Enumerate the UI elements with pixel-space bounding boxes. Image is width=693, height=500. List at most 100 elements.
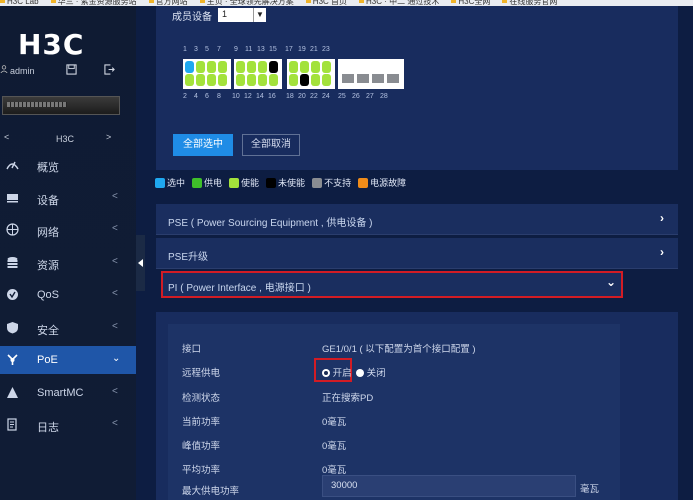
sidebar-item-label: 设备 — [37, 194, 59, 207]
port-legend: 选中 供电 使能 未使能 不支持 电源故障 — [155, 176, 413, 190]
radio-checked-icon — [322, 369, 330, 377]
sidebar-item-globe[interactable]: 网络 < — [0, 216, 136, 244]
prev-device-button[interactable]: < — [4, 132, 9, 142]
poe-port[interactable] — [185, 61, 194, 73]
max-power-unit: 毫瓦 — [580, 484, 600, 495]
port-number-bottom: 16 — [268, 93, 276, 100]
sidebar-item-qos[interactable]: QoS < — [0, 281, 136, 309]
legend-label: 未使能 — [278, 178, 306, 188]
accordion-pse-upgrade[interactable]: PSE升级 › — [156, 238, 678, 269]
legend-swatch — [266, 178, 277, 188]
bookmark-item[interactable]: H3C Lab — [0, 0, 45, 6]
port-number-top: 11 — [245, 46, 253, 53]
poe-port[interactable] — [236, 61, 245, 73]
poe-port[interactable] — [218, 74, 227, 86]
username: admin — [10, 66, 35, 76]
poe-port[interactable] — [247, 61, 256, 73]
poe-port[interactable] — [300, 61, 309, 73]
sidebar-item-database[interactable]: 资源 < — [0, 249, 136, 277]
peak-power-value: 0毫瓦 — [322, 441, 347, 452]
poe-port[interactable] — [322, 74, 331, 86]
poe-port[interactable] — [236, 74, 245, 86]
poe-port[interactable] — [269, 61, 278, 73]
chevron-icon: < — [112, 385, 118, 397]
accordion-pse-label: PSE ( Power Sourcing Equipment , 供电设备 ) — [168, 218, 373, 229]
next-device-button[interactable]: > — [106, 132, 111, 142]
remote-power-off-radio[interactable]: 关闭 — [356, 365, 386, 379]
poe-port[interactable] — [207, 61, 216, 73]
bookmark-icon — [0, 0, 5, 3]
bookmark-item[interactable]: 在线服务官网 — [502, 0, 563, 6]
chevron-icon: < — [112, 418, 118, 429]
bookmark-label: 在线服务官网 — [509, 0, 558, 6]
sfp-port[interactable] — [372, 74, 384, 83]
bookmark-item[interactable]: H3C全网 — [451, 0, 496, 6]
poe-port[interactable] — [218, 61, 227, 73]
pi-detail-panel: 接口 GE1/0/1 ( 以下配置为首个接口配置 ) 远程供电 开启 关闭 检测… — [156, 312, 678, 500]
sidebar-item-dashboard[interactable]: 概览 — [0, 151, 136, 179]
port-number-bottom: 14 — [256, 93, 264, 100]
poe-port[interactable] — [322, 61, 331, 73]
log-icon — [7, 418, 17, 431]
poe-port[interactable] — [300, 74, 309, 86]
chevron-icon: < — [112, 223, 118, 234]
poe-port[interactable] — [258, 74, 267, 86]
bookmark-label: 华三 · 紫金资源服务站 — [57, 0, 137, 6]
sidebar-item-device[interactable]: 设备 < — [0, 184, 136, 212]
sidebar: H3C admin < H3C > 概览 设备 < 网络 < 资源 < QoS < 安全 < PoE ⌄… — [0, 6, 136, 500]
poe-port[interactable] — [185, 74, 194, 86]
bookmark-item[interactable]: 主页 · 全球领先解决方案 — [199, 0, 300, 6]
bookmark-label: H3C全网 — [458, 0, 491, 6]
poe-port[interactable] — [311, 74, 320, 86]
remote-power-on-radio[interactable]: 开启 — [322, 365, 352, 379]
sfp-port[interactable] — [357, 74, 369, 83]
logout-icon[interactable] — [104, 64, 115, 75]
sidebar-item-log[interactable]: 日志 < — [0, 411, 136, 439]
select-all-button[interactable]: 全部选中 — [173, 134, 233, 156]
bookmark-icon — [305, 0, 311, 3]
poe-port[interactable] — [196, 74, 205, 86]
sidebar-item-label: QoS — [37, 289, 60, 301]
bookmark-item[interactable]: H3C 首页 — [305, 0, 353, 6]
legend-swatch — [229, 178, 240, 188]
poe-port[interactable] — [207, 74, 216, 86]
poe-port[interactable] — [311, 61, 320, 73]
dashboard-icon — [6, 161, 19, 170]
poe-port[interactable] — [289, 74, 298, 86]
poe-port[interactable] — [258, 61, 267, 73]
poe-port[interactable] — [289, 61, 298, 73]
poe-port[interactable] — [247, 74, 256, 86]
main-content: 成员设备 1 ▼ 1 3 5 7 9 11 13 15 17 19 21 23 2 4 6 8 10 12 14 16… — [145, 6, 693, 500]
bookmark-item[interactable]: 华三 · 紫金资源服务站 — [50, 0, 143, 6]
bookmark-icon — [359, 0, 365, 3]
sfp-port[interactable] — [387, 74, 399, 83]
port-number-top: 23 — [322, 46, 330, 53]
bookmark-item[interactable]: 官方网站 — [148, 0, 194, 6]
device-switcher: < H3C > — [0, 132, 136, 148]
poe-port[interactable] — [269, 74, 278, 86]
chevron-icon: < — [112, 190, 118, 202]
sidebar-item-shield[interactable]: 安全 < — [0, 314, 136, 342]
device-icon — [7, 193, 18, 202]
poe-port[interactable] — [196, 61, 205, 73]
sidebar-item-label: 日志 — [37, 422, 59, 434]
legend-item: 选中 — [155, 176, 185, 189]
collapse-sidebar-handle[interactable] — [136, 235, 145, 291]
accordion-pse[interactable]: PSE ( Power Sourcing Equipment , 供电设备 ) … — [156, 204, 678, 235]
deselect-all-button[interactable]: 全部取消 — [242, 134, 300, 156]
bookmark-item[interactable]: H3C · 中二 通过技术 — [359, 0, 445, 6]
port-number-bottom: 27 — [366, 93, 374, 100]
member-select[interactable]: 1 ▼ — [218, 8, 266, 22]
bookmark-label: H3C · 中二 通过技术 — [366, 0, 440, 6]
legend-label: 供电 — [204, 178, 223, 188]
sfp-port[interactable] — [342, 74, 354, 83]
accordion-pi[interactable]: PI ( Power Interface , 电源接口 ) ⌄ — [161, 271, 623, 298]
sidebar-item-poe[interactable]: PoE ⌄ — [0, 346, 136, 374]
qos-icon — [7, 289, 18, 300]
bookmark-icon — [50, 0, 56, 3]
port-number-bottom: 28 — [380, 93, 388, 100]
bookmark-label: H3C 首页 — [312, 0, 348, 6]
sidebar-item-smartmc[interactable]: SmartMC < — [0, 379, 136, 407]
max-power-input[interactable]: 30000 — [322, 475, 576, 497]
save-icon[interactable] — [66, 64, 77, 75]
